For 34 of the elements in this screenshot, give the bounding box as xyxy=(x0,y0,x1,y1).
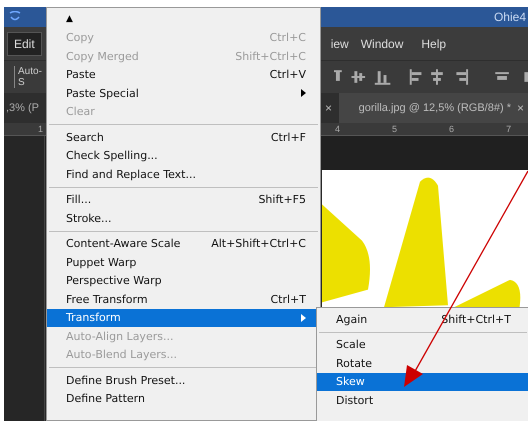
window-title: Ohie4 xyxy=(494,10,526,24)
menu-item[interactable]: Paste Special xyxy=(47,84,320,102)
close-icon[interactable]: × xyxy=(516,101,524,115)
menu-item[interactable]: Search Ctrl+F xyxy=(47,128,320,146)
menu-item[interactable]: Distort xyxy=(317,391,528,410)
menu-item[interactable]: Scale xyxy=(317,336,528,354)
ruler-number: 5 xyxy=(392,124,398,134)
document-tab[interactable]: gorilla.jpg @ 12,5% (RGB/8#) * × xyxy=(338,93,528,123)
menu-item[interactable]: Fill... Shift+F5 xyxy=(47,190,320,209)
menu-item[interactable]: Help xyxy=(415,32,452,54)
menu-item[interactable]: Define Pattern xyxy=(47,390,320,408)
close-icon[interactable]: × xyxy=(324,101,332,115)
ruler-number: 6 xyxy=(449,124,454,134)
align-icons-drawing[interactable] xyxy=(334,67,528,87)
menu-item[interactable]: Content-Aware Scale Alt+Shift+Ctrl+C xyxy=(47,234,320,253)
ruler-number: 1 xyxy=(38,124,44,134)
menu-item[interactable]: Paste Ctrl+V xyxy=(47,66,320,84)
submenu-arrow-icon xyxy=(301,314,306,322)
submenu-arrow-icon xyxy=(301,89,306,98)
menu-item[interactable]: Puppet Warp xyxy=(47,253,320,272)
menu-item[interactable]: Edit xyxy=(8,32,41,54)
menu-item[interactable]: Define Brush Preset... xyxy=(47,371,320,390)
menu-item[interactable]: Find and Replace Text... xyxy=(47,165,320,184)
ruler-number: 4 xyxy=(335,124,340,134)
scroll-up-icon[interactable]: ▲ xyxy=(66,14,73,24)
menu-item[interactable]: Free Transform Ctrl+T xyxy=(47,290,320,308)
ruler-number: 7 xyxy=(506,124,512,134)
menu-item[interactable]: Skew xyxy=(317,372,528,391)
menu-item[interactable]: Window xyxy=(354,32,410,54)
menu-item[interactable]: Perspective Warp xyxy=(47,272,320,290)
app-icon xyxy=(8,11,22,23)
menu-item[interactable]: iew xyxy=(324,32,355,54)
menu-item[interactable]: Stroke... xyxy=(47,209,320,228)
menu-item[interactable]: Rotate xyxy=(317,354,528,372)
